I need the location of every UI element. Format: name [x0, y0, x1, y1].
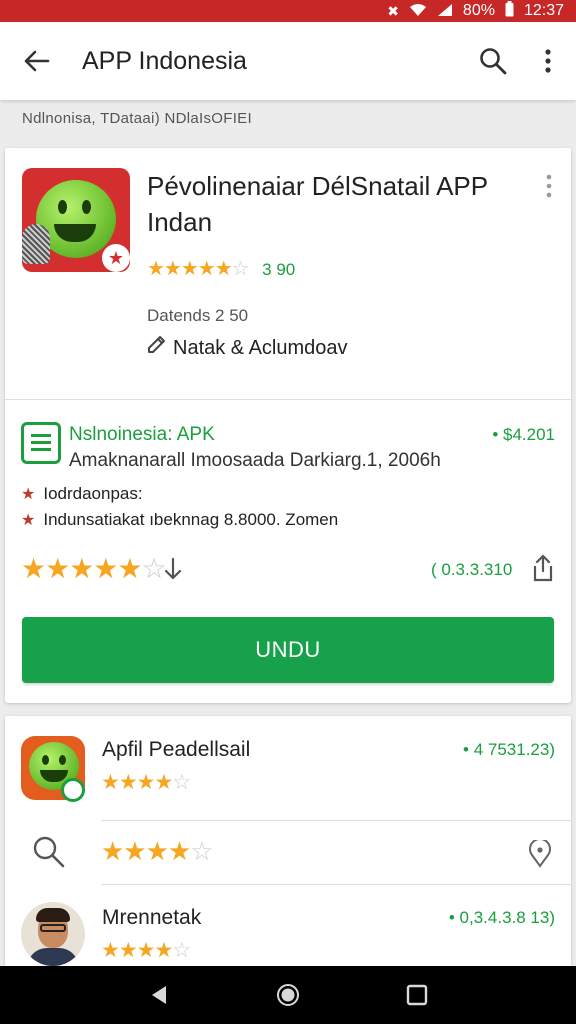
rating-stars-large: ★★★★★☆: [21, 553, 167, 584]
back-arrow-icon[interactable]: [20, 44, 54, 78]
apk-description: Amaknanarall Imoosaada Darkiarg.1, 2006h: [69, 450, 441, 471]
divider: [101, 820, 571, 821]
download-count: ( 0.3.3.310: [431, 560, 513, 579]
card-menu-icon[interactable]: [543, 172, 555, 200]
wifi-icon: [409, 3, 427, 20]
microphone-icon: [22, 224, 50, 264]
breadcrumb: Ndlnonisa, TDataai) NDlaIsOFIEI: [22, 110, 252, 127]
app-icon[interactable]: ★: [22, 168, 130, 272]
system-nav-bar: [0, 966, 576, 1024]
divider: [5, 399, 571, 400]
apk-name[interactable]: Nslnoinesia: APK: [69, 424, 215, 446]
star-badge-icon: ★: [102, 244, 130, 272]
star-bullet-icon: ★: [21, 512, 36, 529]
install-button[interactable]: UNDU: [22, 617, 554, 683]
search-icon[interactable]: [478, 46, 508, 76]
release-date: Datends 2 50: [147, 306, 249, 325]
related-app-price: • 4 7531.23): [463, 740, 555, 759]
clock: 12:37: [523, 2, 564, 19]
back-nav-icon[interactable]: [146, 982, 172, 1008]
avatar[interactable]: [21, 902, 85, 966]
category-label: Natak & Aclumdoav: [173, 336, 348, 359]
app-bar: APP Indonesia: [0, 22, 576, 100]
share-icon[interactable]: [531, 554, 555, 582]
info-label: Iodrdaonpas:: [43, 484, 143, 503]
verified-badge-icon: [61, 778, 85, 802]
apk-price: • $4.201: [492, 425, 555, 444]
apk-file-icon: [21, 422, 61, 464]
recents-nav-icon[interactable]: [404, 982, 430, 1008]
notification-icon: ✖: [387, 2, 399, 19]
battery-icon: [505, 0, 514, 22]
related-app-name[interactable]: Apfil Peadellsail: [102, 738, 250, 762]
category-tag[interactable]: Natak & Aclumdoav: [145, 334, 348, 362]
overflow-menu-icon[interactable]: [536, 46, 560, 76]
info-detail: Indunsatiakat ıbeknnag 8.8000. Zomen: [43, 510, 339, 529]
info-row: ★ Iodrdaonpas:: [21, 484, 143, 504]
page-title: APP Indonesia: [82, 47, 247, 75]
signal-icon: [437, 3, 453, 20]
divider: [101, 884, 571, 885]
related-apps-card: Apfil Peadellsail • 4 7531.23) ★★★★☆ ★★★…: [5, 716, 571, 976]
info-row: ★ Indunsatiakat ıbeknnag 8.8000. Zomen: [21, 510, 338, 530]
related-app-stars: ★★★★☆: [101, 771, 191, 794]
location-pin-icon[interactable]: [527, 838, 553, 868]
search-icon[interactable]: [31, 834, 67, 870]
related-app-name[interactable]: Mrennetak: [102, 906, 201, 930]
related-app-price: • 0,3.4.3.8 13): [448, 908, 555, 927]
rating-stars: ★★★★★☆: [147, 258, 250, 280]
app-rating: ★★★★★☆ 3 90: [147, 256, 295, 281]
star-bullet-icon: ★: [21, 486, 36, 503]
download-arrow-icon[interactable]: [161, 556, 185, 582]
rating-value: 3 90: [262, 260, 296, 279]
featured-app-card: ★ Pévolinenaiar DélSnatail APP Indan ★★★…: [5, 148, 571, 703]
app-title: Pévolinenaiar DélSnatail APP Indan: [147, 171, 488, 237]
pencil-icon: [145, 334, 167, 362]
home-nav-icon[interactable]: [275, 982, 301, 1008]
related-app-stars: ★★★★☆: [101, 939, 191, 962]
status-bar: ✖ 80% 12:37: [0, 0, 576, 22]
rating-filter-stars[interactable]: ★★★★☆: [101, 836, 214, 867]
battery-level: 80%: [462, 2, 495, 19]
